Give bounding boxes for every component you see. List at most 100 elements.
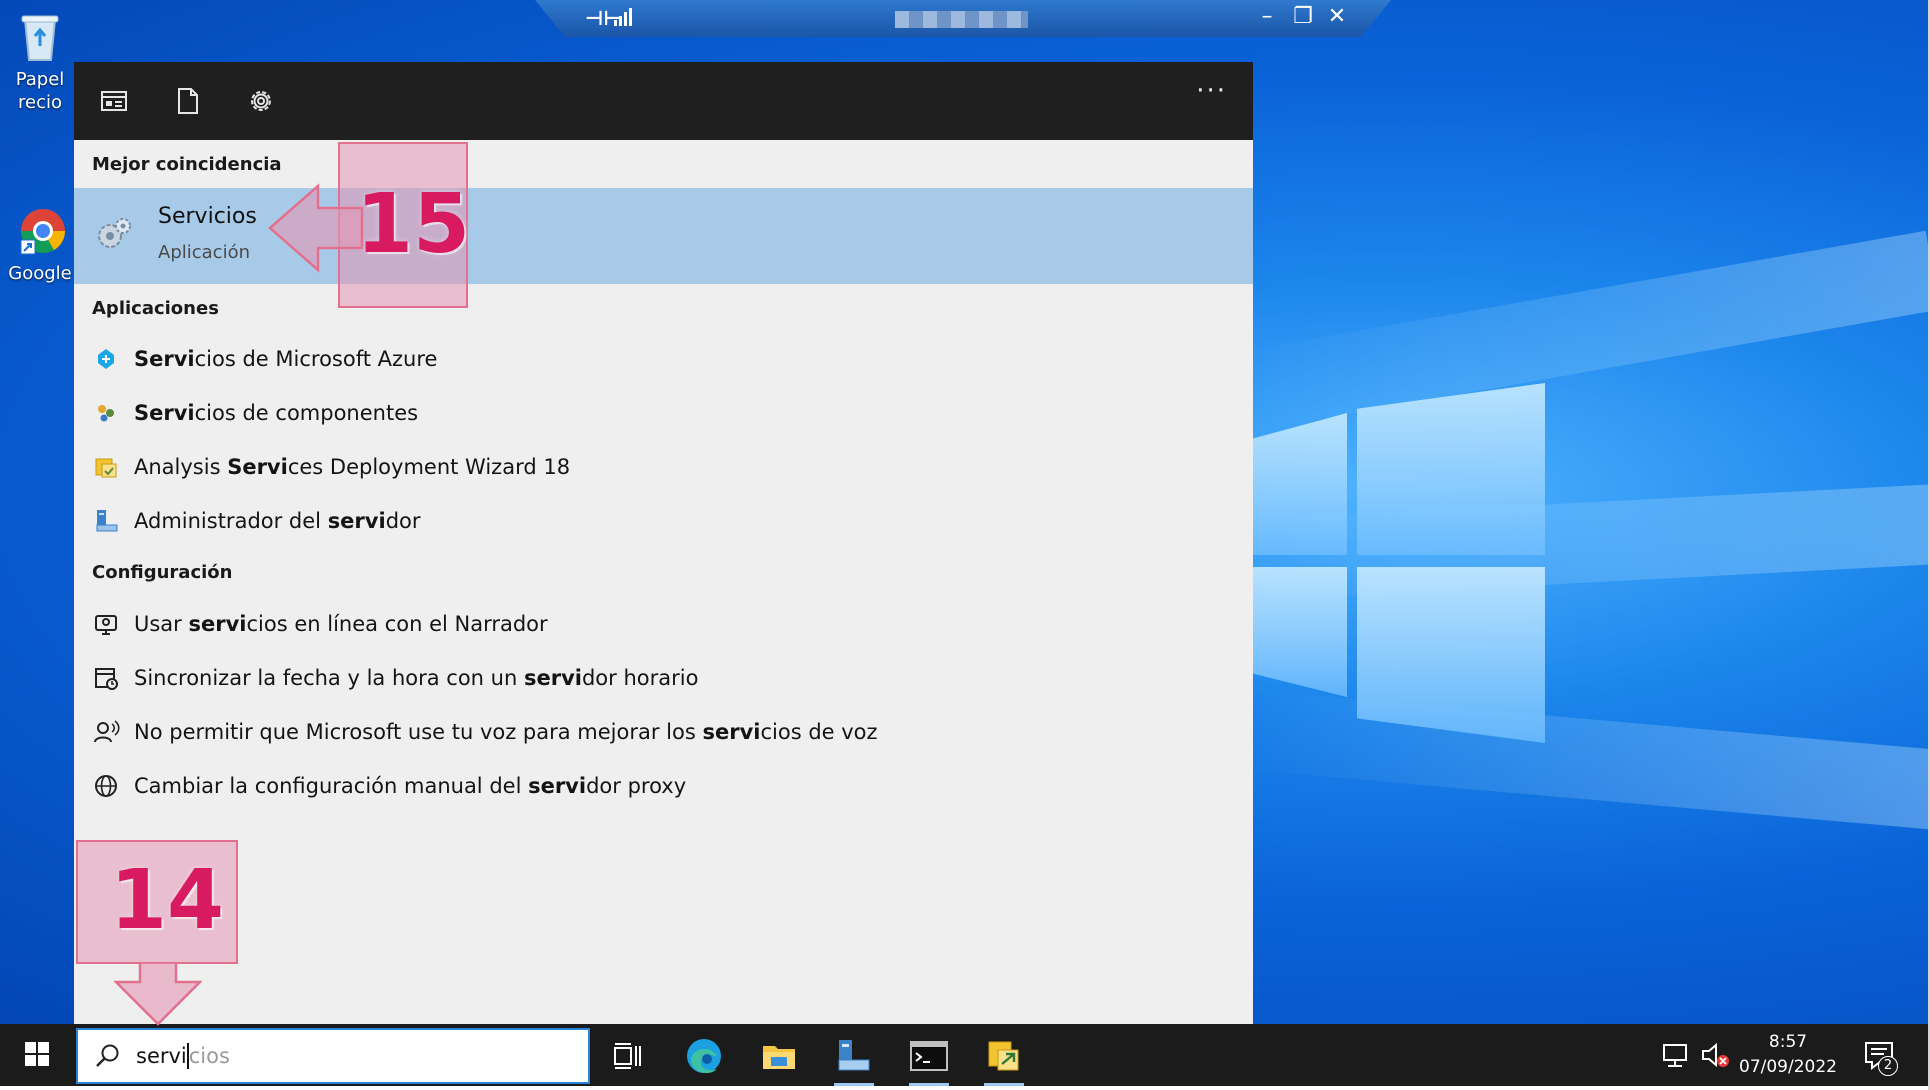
windows-start-icon	[25, 1042, 49, 1066]
recycle-bin-icon	[21, 15, 59, 61]
more-options-button[interactable]: ···	[1196, 76, 1227, 106]
windows-logo	[1253, 383, 1545, 743]
app-result-component-services[interactable]: Servicios de componentes	[74, 386, 1253, 440]
label-part: Usar	[134, 612, 189, 636]
taskbar-app-file-explorer[interactable]	[751, 1032, 807, 1080]
logo-pane	[1253, 567, 1347, 697]
callout-step-15-number: 15	[356, 177, 471, 272]
best-match-title: Servicios	[158, 204, 257, 229]
services-gear-icon	[98, 218, 131, 248]
app-result-analysis-services-wizard[interactable]: Analysis Services Deployment Wizard 18	[74, 440, 1253, 494]
match-highlight: servi	[523, 666, 582, 690]
result-label: Servicios de Microsoft Azure	[134, 347, 437, 371]
taskbar-app-command-prompt[interactable]	[901, 1032, 957, 1086]
toolbar-settings-filter[interactable]	[244, 84, 278, 118]
server-manager-icon	[96, 510, 118, 532]
restore-button[interactable]: ❐	[1290, 4, 1316, 30]
taskbar-clock[interactable]: 8:57 07/09/2022	[1736, 1030, 1840, 1080]
label-part: Cambiar la configuración manual del	[134, 774, 529, 798]
logo-pane	[1253, 413, 1347, 555]
close-button[interactable]: ✕	[1324, 4, 1350, 30]
task-view-icon	[614, 1043, 641, 1069]
wizard-icon	[988, 1041, 1019, 1071]
start-button[interactable]	[0, 1024, 74, 1086]
apps-filter-icon	[101, 91, 127, 111]
desktop-icon-recycle-bin[interactable]: Papel recio	[0, 10, 80, 114]
result-label: Servicios de componentes	[134, 401, 418, 425]
callout-left-arrow-icon	[268, 183, 364, 273]
edge-icon	[687, 1039, 721, 1074]
label-part: cios de componentes	[194, 401, 419, 425]
narrator-icon	[95, 615, 117, 635]
desktop-icon-label: Papel	[15, 69, 65, 90]
toolbar-documents-filter[interactable]	[170, 84, 204, 118]
result-label: Cambiar la configuración manual del serv…	[134, 774, 686, 798]
match-highlight: Servi	[227, 455, 288, 479]
best-match-result[interactable]: Servicios Aplicación	[74, 188, 1253, 284]
search-panel-toolbar: ···	[74, 62, 1253, 140]
setting-result-narrator-online-services[interactable]: Usar servicios en línea con el Narrador	[74, 597, 1253, 651]
folder-icon	[763, 1046, 795, 1069]
label-part: cios en línea con el Narrador	[246, 612, 548, 636]
network-icon[interactable]	[1662, 1042, 1690, 1068]
task-view-button[interactable]	[599, 1032, 655, 1080]
document-icon	[178, 88, 198, 114]
match-highlight: servi	[528, 774, 587, 798]
azure-icon	[98, 349, 114, 369]
clock-time: 8:57	[1768, 1032, 1808, 1052]
chrome-icon	[20, 209, 65, 255]
label-part: Administrador del	[134, 509, 328, 533]
settings-heading: Configuración	[92, 562, 233, 583]
logo-pane	[1357, 383, 1545, 555]
desktop-icon-label: Google	[8, 263, 72, 284]
taskbar-search-input[interactable]: servi cios	[76, 1028, 590, 1084]
component-services-icon	[98, 405, 114, 422]
remote-connection-bar[interactable]: ⊣⊢ – ❐ ✕	[535, 0, 1391, 37]
speech-person-icon	[94, 720, 120, 743]
label-part: cios de Microsoft Azure	[194, 347, 438, 371]
search-results-panel: ··· Mejor coincidencia Servicios Aplicac…	[74, 62, 1253, 1024]
result-label: No permitir que Microsoft use tu voz par…	[134, 720, 878, 744]
calendar-clock-icon	[95, 668, 118, 690]
best-match-heading: Mejor coincidencia	[92, 154, 282, 175]
toolbar-apps-filter[interactable]	[97, 84, 131, 118]
server-manager-icon	[838, 1040, 870, 1071]
notification-count-badge: 2	[1878, 1056, 1898, 1076]
desktop-icon-label: recio	[18, 92, 62, 113]
volume-muted-icon[interactable]	[1700, 1041, 1730, 1069]
app-result-azure-services[interactable]: Servicios de Microsoft Azure	[74, 332, 1253, 386]
search-icon	[96, 1044, 119, 1067]
label-part: dor proxy	[586, 774, 687, 798]
setting-result-voice-services[interactable]: No permitir que Microsoft use tu voz par…	[74, 705, 1253, 759]
terminal-icon	[910, 1041, 948, 1071]
app-result-server-manager[interactable]: Administrador del servidor	[74, 494, 1253, 548]
label-part: dor horario	[581, 666, 699, 690]
callout-step-14-number: 14	[110, 853, 225, 948]
match-highlight: Servi	[134, 347, 195, 371]
callout-down-arrow-icon	[114, 962, 202, 1026]
logo-pane	[1357, 567, 1545, 743]
desktop-icon-google-chrome[interactable]: Google	[0, 204, 80, 285]
taskbar-app-edge[interactable]	[676, 1032, 732, 1080]
search-typed-text: servi	[136, 1044, 187, 1068]
label-part: Sincronizar la fecha y la hora con un	[134, 666, 524, 690]
globe-icon	[95, 775, 117, 797]
signal-strength-icon	[614, 8, 632, 26]
setting-result-proxy[interactable]: Cambiar la configuración manual del serv…	[74, 759, 1253, 813]
analysis-services-icon	[95, 458, 117, 478]
match-highlight: servi	[327, 509, 386, 533]
match-highlight: Serv	[158, 204, 208, 229]
clock-date: 07/09/2022	[1739, 1057, 1837, 1077]
minimize-button[interactable]: –	[1254, 4, 1280, 30]
apps-heading: Aplicaciones	[92, 298, 219, 319]
result-label: Sincronizar la fecha y la hora con un se…	[134, 666, 698, 690]
label-part: ces Deployment Wizard 18	[287, 455, 571, 479]
match-highlight: Servi	[134, 401, 195, 425]
setting-result-time-sync[interactable]: Sincronizar la fecha y la hora con un se…	[74, 651, 1253, 705]
gear-icon	[251, 91, 271, 111]
taskbar-app-server-manager[interactable]	[826, 1032, 882, 1086]
search-autocomplete-text: cios	[188, 1044, 230, 1068]
taskbar: servi cios 8:57 07/09/2022 2	[0, 1024, 1928, 1086]
taskbar-app-deployment-wizard[interactable]	[976, 1032, 1032, 1086]
best-match-subtitle: Aplicación	[158, 242, 250, 263]
